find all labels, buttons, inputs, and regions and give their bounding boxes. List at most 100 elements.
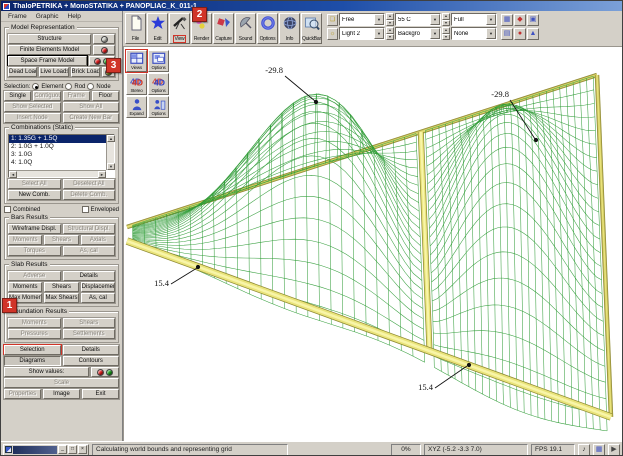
vertical-scrollbar[interactable]: ▲▼: [106, 135, 114, 170]
preset-icon[interactable]: ❏: [327, 14, 338, 26]
chevron-down-icon[interactable]: ▼: [430, 14, 440, 25]
bars-moments-button[interactable]: Moments: [8, 235, 42, 245]
toolbar-button-file[interactable]: File: [125, 13, 146, 44]
menu-graphic[interactable]: Graphic: [32, 13, 63, 20]
minimized-window[interactable]: _ □ ×: [3, 444, 89, 456]
toolbar-button-info[interactable]: Info: [279, 13, 300, 44]
horizontal-scrollbar[interactable]: ◄►: [9, 170, 106, 177]
scroll-left-icon[interactable]: ◄: [9, 171, 17, 178]
create-new-bar-button[interactable]: Create New Bar: [63, 113, 120, 123]
toolbar-button-quickbar[interactable]: QuickBar: [301, 13, 322, 44]
enveloped-checkbox[interactable]: [82, 206, 89, 213]
radio-rod[interactable]: [65, 83, 72, 90]
light-combo[interactable]: Light 2▼: [339, 27, 385, 40]
chevron-down-icon[interactable]: ▼: [486, 14, 496, 25]
fem-led-button[interactable]: [93, 45, 115, 55]
scroll-down-icon[interactable]: ▼: [107, 163, 115, 170]
finite-elements-button[interactable]: Finite Elements Model: [8, 45, 91, 55]
palette-stereo-options-button[interactable]: 4D4D Options: [148, 73, 169, 95]
sound-status-icon[interactable]: ♪: [578, 444, 590, 456]
chevron-down-icon[interactable]: ▼: [486, 28, 496, 39]
slab-as-cal-button[interactable]: As, cal: [81, 293, 115, 303]
dead-loads-button[interactable]: Dead Loads: [8, 67, 37, 77]
radio-node[interactable]: [87, 83, 94, 90]
toolbar-button-view[interactable]: View: [169, 13, 190, 44]
cursor-status-icon[interactable]: ▶: [608, 444, 620, 456]
show-all-button[interactable]: Show All: [63, 102, 120, 112]
foundation-moments-button[interactable]: Moments: [8, 318, 61, 328]
combination-item[interactable]: 2: 1.0G + 1.0Q: [9, 143, 114, 151]
chevron-down-icon[interactable]: ▼: [430, 28, 440, 39]
radio-element[interactable]: [32, 83, 39, 90]
spin-down-icon[interactable]: ▼: [386, 20, 394, 27]
bars-shears-button[interactable]: Shears: [44, 235, 78, 245]
structural-displ-button[interactable]: Structural Displ.: [63, 224, 116, 234]
extra-spinner[interactable]: ▲▼: [442, 27, 450, 40]
select-all-button[interactable]: Select All: [8, 179, 61, 189]
bars-torques-button[interactable]: Torques: [8, 246, 61, 256]
scroll-up-icon[interactable]: ▲: [107, 135, 115, 142]
detail-spinner[interactable]: ▲▼: [442, 13, 450, 26]
properties-button[interactable]: Properties: [4, 389, 41, 399]
toolbar-button-sound[interactable]: Sound: [235, 13, 256, 44]
show-selected-button[interactable]: Show Selected: [4, 102, 61, 112]
slab-max-shears-button[interactable]: Max Shears: [44, 293, 78, 303]
background-spinner[interactable]: ▲▼: [386, 27, 394, 40]
diagrams-button[interactable]: Diagrams: [4, 356, 61, 366]
insert-node-button[interactable]: Insert Node: [4, 113, 61, 123]
combination-item[interactable]: 4: 1.0Q: [9, 159, 114, 167]
mini-grid-button[interactable]: ▦: [501, 14, 513, 26]
deselect-all-button[interactable]: Deselect All: [63, 179, 116, 189]
spin-down-icon[interactable]: ▼: [386, 34, 394, 41]
single-button[interactable]: Single: [4, 91, 31, 101]
minimize-icon[interactable]: _: [58, 445, 67, 454]
image-button[interactable]: Image: [43, 389, 80, 399]
angle-spinner[interactable]: ▲▼: [386, 13, 394, 26]
bars-axials-button[interactable]: Axials: [81, 235, 115, 245]
angle-combo[interactable]: 55 C▼: [395, 13, 441, 26]
combination-item[interactable]: 3: 1.0G: [9, 151, 114, 159]
chevron-down-icon[interactable]: ▼: [374, 14, 384, 25]
extra-combo[interactable]: None▼: [451, 27, 497, 40]
menu-frame[interactable]: Frame: [4, 13, 31, 20]
floor-button[interactable]: Floor: [92, 91, 119, 101]
bars-as-cal-button[interactable]: As, cal: [63, 246, 116, 256]
palette-views-options-button[interactable]: Options: [148, 50, 169, 72]
selection-results-button[interactable]: Selection: [4, 345, 61, 355]
palette-views-button[interactable]: Views: [126, 50, 147, 72]
new-comb-button[interactable]: New Comb.: [8, 190, 61, 200]
wireframe-displ-button[interactable]: Wireframe Displ.: [8, 224, 61, 234]
display-status-icon[interactable]: ▦: [593, 444, 605, 456]
slab-shears-button[interactable]: Shears: [44, 282, 78, 292]
slab-adverse-button[interactable]: Adverse: [8, 271, 61, 281]
details-results-button[interactable]: Details: [63, 345, 120, 355]
palette-stereo-button[interactable]: 4D4D Stereo: [126, 73, 147, 95]
contiguous-button[interactable]: Contiguous: [33, 91, 60, 101]
contours-button[interactable]: Contours: [63, 356, 120, 366]
chevron-down-icon[interactable]: ▼: [374, 28, 384, 39]
detail-combo[interactable]: Full▼: [451, 13, 497, 26]
exit-button[interactable]: Exit: [82, 389, 119, 399]
frame-button[interactable]: Frame: [63, 91, 90, 101]
delete-comb-button[interactable]: Delete Comb.: [63, 190, 116, 200]
toolbar-button-edit[interactable]: Edit: [147, 13, 168, 44]
palette-expand-button[interactable]: Expand: [126, 96, 147, 118]
mini-panel-button[interactable]: ▣: [527, 14, 539, 26]
restore-icon[interactable]: □: [68, 445, 77, 454]
combinations-listbox[interactable]: 1: 1.35G + 1.5Q 2: 1.0G + 1.0Q 3: 1.0G 4…: [8, 134, 115, 178]
show-values-led-button[interactable]: [91, 367, 119, 377]
slab-moments-button[interactable]: Moments: [8, 282, 42, 292]
structure-led-button[interactable]: [93, 34, 115, 44]
app-icon[interactable]: [3, 3, 10, 10]
mini-table-button[interactable]: ▤: [501, 28, 513, 40]
slab-displacements-button[interactable]: Displacements: [81, 282, 115, 292]
close-icon[interactable]: ×: [78, 445, 87, 454]
light-icon[interactable]: ☼: [327, 28, 338, 40]
combination-item[interactable]: 1: 1.35G + 1.5Q: [9, 135, 114, 143]
toolbar-button-capture[interactable]: Capture: [213, 13, 234, 44]
view-mode-combo[interactable]: Free▼: [339, 13, 385, 26]
spin-down-icon[interactable]: ▼: [442, 34, 450, 41]
brick-loads-button[interactable]: Brick Loads: [71, 67, 100, 77]
palette-expand-options-button[interactable]: Options: [148, 96, 169, 118]
mini-tri-button[interactable]: ▲: [527, 28, 539, 40]
